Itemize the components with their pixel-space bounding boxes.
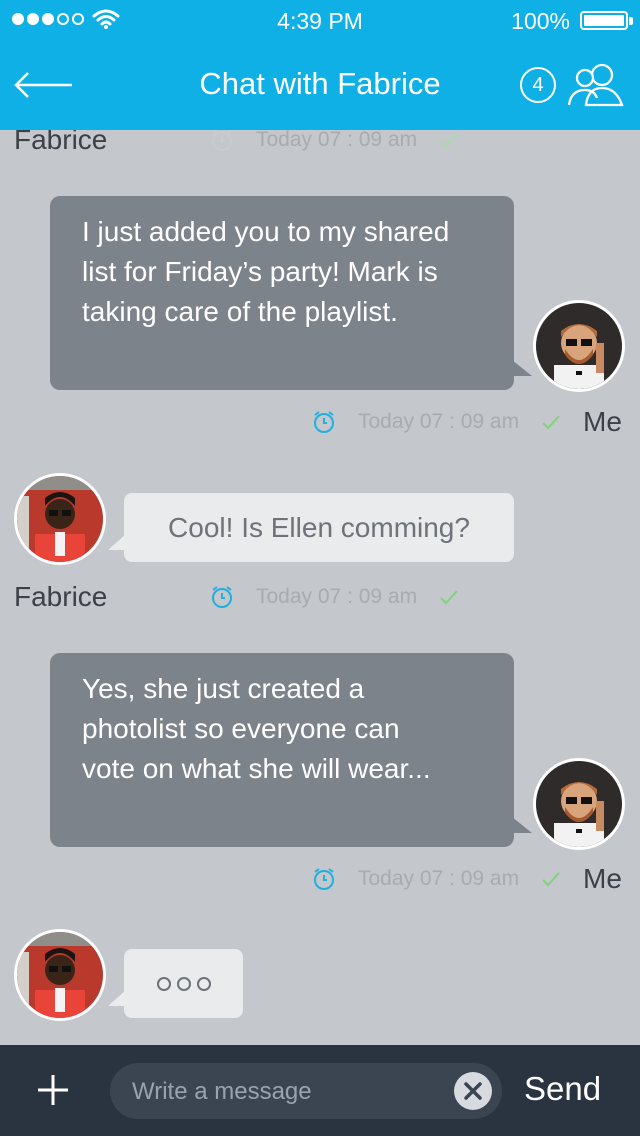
message-meta: Today 07 : 09 am xyxy=(312,410,561,434)
clear-input-button[interactable] xyxy=(454,1072,492,1110)
checkmark-icon xyxy=(542,872,560,887)
alarm-clock-icon xyxy=(314,868,334,890)
avatar-fabrice-image xyxy=(17,932,103,1018)
message-line: taking care of the playlist. xyxy=(82,296,398,327)
avatar[interactable] xyxy=(533,758,625,850)
incoming-message-bubble[interactable]: Cool! Is Ellen comming? xyxy=(108,493,514,562)
group-icon[interactable] xyxy=(566,62,624,108)
chat-thread[interactable]: Fabrice Today 07 : 09 am I just added yo… xyxy=(0,130,640,1045)
message-line: vote on what she will wear... xyxy=(82,753,431,784)
avatar[interactable] xyxy=(14,473,106,565)
alarm-clock-icon xyxy=(212,130,232,151)
message-meta: Today 07 : 09 am xyxy=(210,585,459,609)
message-line: I just added you to my shared xyxy=(82,216,450,247)
sender-name: Fabrice xyxy=(14,130,108,155)
message-line: photolist so everyone can xyxy=(82,713,400,744)
message-line: list for Friday’s party! Mark is xyxy=(82,256,438,287)
message-field[interactable] xyxy=(110,1063,502,1121)
message-time: Today 07 : 09 am xyxy=(358,867,520,890)
checkmark-icon xyxy=(440,133,458,148)
alarm-clock-icon xyxy=(314,411,334,433)
sender-name: Me xyxy=(583,863,622,894)
outgoing-message-bubble[interactable]: I just added you to my shared list for F… xyxy=(50,196,532,390)
message-input[interactable] xyxy=(130,1063,454,1121)
participant-count-badge[interactable]: 4 xyxy=(520,67,556,103)
typing-dots-icon xyxy=(124,949,243,1018)
avatar-me-image xyxy=(536,303,622,389)
alarm-clock-icon xyxy=(212,586,232,608)
message-line: Yes, she just created a xyxy=(82,673,365,704)
message-time: Today 07 : 09 am xyxy=(256,130,418,151)
message-composer: Send xyxy=(0,1045,640,1136)
battery-percent: 100% xyxy=(511,8,570,34)
battery-icon xyxy=(580,11,628,30)
avatar[interactable] xyxy=(14,929,106,1021)
send-button[interactable]: Send xyxy=(524,1070,601,1108)
avatar-me-image xyxy=(536,761,622,847)
plus-icon[interactable] xyxy=(36,1073,70,1107)
bubble-tail xyxy=(108,990,126,1006)
sender-name: Fabrice xyxy=(14,581,108,612)
outgoing-message-bubble[interactable]: Yes, she just created a photolist so eve… xyxy=(50,653,532,847)
close-icon xyxy=(464,1082,482,1100)
checkmark-icon xyxy=(440,590,458,605)
status-bar: 4:39 PM 100% xyxy=(0,0,640,40)
avatar[interactable] xyxy=(533,300,625,392)
avatar-fabrice-image xyxy=(17,476,103,562)
message-time: Today 07 : 09 am xyxy=(358,410,520,433)
message-time: Today 07 : 09 am xyxy=(256,585,418,608)
bubble-tail xyxy=(512,817,532,833)
checkmark-icon xyxy=(542,415,560,430)
message-text: Cool! Is Ellen comming? xyxy=(168,512,470,543)
sender-name: Me xyxy=(583,406,622,437)
navigation-bar: Chat with Fabrice 4 xyxy=(0,40,640,130)
bubble-tail xyxy=(512,360,532,376)
bubble-tail xyxy=(108,534,126,550)
message-meta: Today 07 : 09 am xyxy=(210,130,459,152)
typing-indicator-bubble xyxy=(108,949,243,1018)
message-meta: Today 07 : 09 am xyxy=(312,867,561,891)
battery-tip xyxy=(629,17,633,25)
